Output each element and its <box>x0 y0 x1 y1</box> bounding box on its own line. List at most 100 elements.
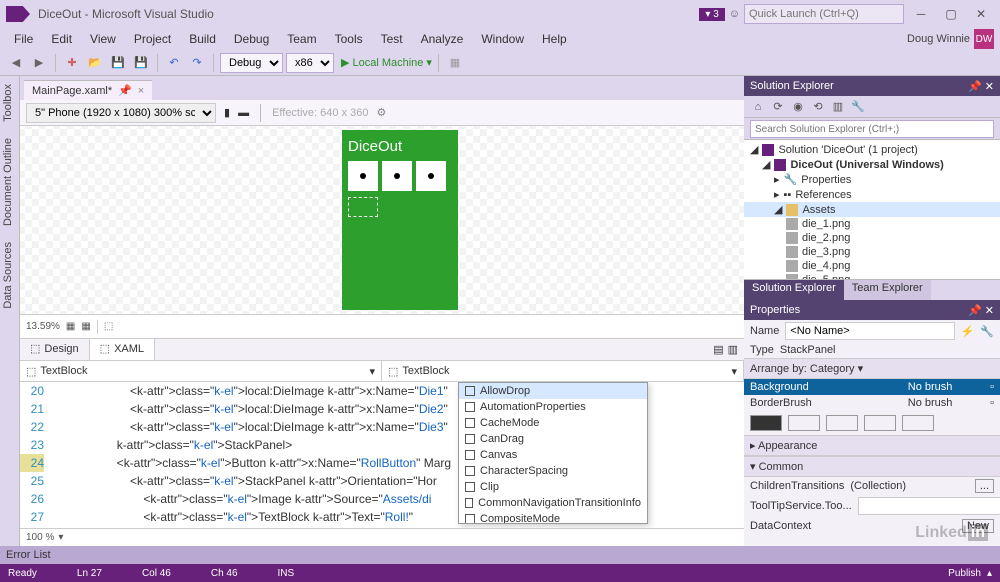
wrench-icon[interactable]: 🔧 <box>980 325 994 338</box>
orientation-portrait-icon[interactable]: ▮ <box>224 106 230 119</box>
collapse-icon[interactable]: ⟳ <box>770 99 786 115</box>
prop-children: ChildrenTransitions(Collection)... <box>744 477 1000 495</box>
save-icon[interactable]: 💾 <box>108 53 128 73</box>
home-icon[interactable]: ⌂ <box>750 99 766 115</box>
close-panel-icon[interactable]: ✕ <box>985 81 994 93</box>
menu-analyze[interactable]: Analyze <box>413 30 472 48</box>
menu-help[interactable]: Help <box>534 30 575 48</box>
run-button[interactable]: ▶ Local Machine ▾ <box>341 56 432 69</box>
intellisense-item[interactable]: AutomationProperties <box>459 399 647 415</box>
maximize-button[interactable]: ▢ <box>938 4 964 24</box>
show-all-icon[interactable]: ▥ <box>830 99 846 115</box>
tab-design[interactable]: ⬚Design <box>20 339 90 360</box>
tab-document-outline[interactable]: Document Outline <box>0 130 19 234</box>
split-vertical-icon[interactable]: ▥ <box>728 343 738 356</box>
intellisense-item[interactable]: CacheMode <box>459 415 647 431</box>
orientation-landscape-icon[interactable]: ▬ <box>238 107 249 119</box>
publish-button[interactable]: Publish <box>948 568 981 579</box>
config-select[interactable]: Debug <box>220 53 283 73</box>
menu-view[interactable]: View <box>82 30 124 48</box>
menu-debug[interactable]: Debug <box>226 30 277 48</box>
cat-appearance[interactable]: ▸ Appearance <box>744 435 1000 456</box>
effects-icon[interactable]: ⬚ <box>104 321 113 332</box>
arrange-by[interactable]: Arrange by: Category ▾ <box>744 358 1000 379</box>
menu-build[interactable]: Build <box>181 30 224 48</box>
tab-data-sources[interactable]: Data Sources <box>0 234 19 317</box>
properties-icon[interactable]: 🔧 <box>850 99 866 115</box>
notification-flag-badge[interactable]: ▾ 3 <box>699 8 724 21</box>
save-all-icon[interactable]: 💾 <box>131 53 151 73</box>
brush-border-row[interactable]: BorderBrushNo brush▫ <box>744 395 1000 411</box>
prop-name-input[interactable] <box>785 322 954 340</box>
brush-resource-button[interactable] <box>902 415 934 431</box>
cat-common[interactable]: ▾ Common <box>744 456 1000 477</box>
intellisense-item[interactable]: CharacterSpacing <box>459 463 647 479</box>
brush-background-row[interactable]: BackgroundNo brush▫ <box>744 379 1000 395</box>
new-project-icon[interactable]: ✚ <box>62 53 82 73</box>
brush-none-button[interactable] <box>750 415 782 431</box>
menu-tools[interactable]: Tools <box>327 30 371 48</box>
user-name-label[interactable]: Doug Winnie <box>907 33 970 45</box>
zoom2-label[interactable]: 100 % <box>26 532 54 543</box>
scope-dropdown-left[interactable]: ⬚ TextBlock▾ <box>20 361 382 381</box>
grid-icon[interactable]: ▦ <box>66 321 75 332</box>
intellisense-item[interactable]: AllowDrop <box>459 383 647 399</box>
device-select[interactable]: 5" Phone (1920 x 1080) 300% scale <box>26 103 216 123</box>
designer-surface[interactable]: DiceOut <box>20 126 744 314</box>
solution-tree[interactable]: ◢Solution 'DiceOut' (1 project) ◢DiceOut… <box>744 140 1000 280</box>
tab-team-explorer[interactable]: Team Explorer <box>844 280 931 300</box>
menu-project[interactable]: Project <box>126 30 179 48</box>
quick-launch-input[interactable] <box>744 4 904 24</box>
redo-icon[interactable]: ↷ <box>187 53 207 73</box>
doctab-mainpage[interactable]: MainPage.xaml* 📌 × <box>24 80 152 100</box>
tooltip-input[interactable] <box>858 497 1000 515</box>
tab-toolbox[interactable]: Toolbox <box>0 76 19 130</box>
pin-icon[interactable]: 📌 <box>118 84 132 97</box>
settings-icon[interactable]: ⚙ <box>376 106 386 119</box>
menu-test[interactable]: Test <box>373 30 411 48</box>
scope-dropdown-right[interactable]: ⬚ TextBlock▾ <box>382 361 744 381</box>
nav-back-icon[interactable]: ◀ <box>6 53 26 73</box>
split-horizontal-icon[interactable]: ▤ <box>713 343 723 356</box>
intellisense-item[interactable]: CompositeMode <box>459 511 647 524</box>
intellisense-item[interactable]: CommonNavigationTransitionInfo <box>459 495 647 511</box>
code-editor[interactable]: 202122232425262728 <k-attr">class="k-el"… <box>20 382 744 528</box>
intellisense-item[interactable]: Canvas <box>459 447 647 463</box>
close-panel-icon[interactable]: ✕ <box>985 305 994 317</box>
menu-window[interactable]: Window <box>473 30 532 48</box>
minimize-button[interactable]: ─ <box>908 4 934 24</box>
lightning-icon[interactable]: ⚡ <box>961 325 975 338</box>
user-avatar-badge[interactable]: DW <box>974 29 994 49</box>
feedback-icon[interactable]: ☺ <box>729 8 740 20</box>
intellisense-item[interactable]: CanDrag <box>459 431 647 447</box>
menu-edit[interactable]: Edit <box>43 30 80 48</box>
zoom-label[interactable]: 13.59% <box>26 321 60 332</box>
brush-tile-button[interactable] <box>864 415 896 431</box>
intellisense-popup[interactable]: AllowDropAutomationPropertiesCacheModeCa… <box>458 382 648 524</box>
menu-file[interactable]: File <box>6 30 41 48</box>
intellisense-item[interactable]: Clip <box>459 479 647 495</box>
ellipsis-button[interactable]: ... <box>975 479 994 493</box>
open-icon[interactable]: 📂 <box>85 53 105 73</box>
solution-explorer-header: Solution Explorer 📌 ✕ <box>744 76 1000 96</box>
close-tab-icon[interactable]: × <box>138 85 144 97</box>
solution-search-input[interactable] <box>750 120 994 138</box>
tool-icon[interactable]: ▦ <box>445 53 465 73</box>
brush-gradient-button[interactable] <box>826 415 858 431</box>
code-nav-bar: ⬚ TextBlock▾ ⬚ TextBlock▾ <box>20 360 744 382</box>
nav-fwd-icon[interactable]: ▶ <box>29 53 49 73</box>
tab-solution-explorer[interactable]: Solution Explorer <box>744 280 844 300</box>
refresh-icon[interactable]: ⟲ <box>810 99 826 115</box>
undo-icon[interactable]: ↶ <box>164 53 184 73</box>
menu-team[interactable]: Team <box>279 30 324 48</box>
snap-icon[interactable]: ▦ <box>81 321 90 332</box>
brush-solid-button[interactable] <box>788 415 820 431</box>
roll-button-preview[interactable] <box>348 197 378 217</box>
scope-icon[interactable]: ◉ <box>790 99 806 115</box>
autohide-icon[interactable]: 📌 <box>968 305 982 317</box>
tab-xaml[interactable]: ⬚XAML <box>90 339 155 360</box>
autohide-icon[interactable]: 📌 <box>968 81 982 93</box>
close-button[interactable]: ✕ <box>968 4 994 24</box>
error-list-tab[interactable]: Error List <box>0 546 1000 564</box>
platform-select[interactable]: x86 <box>286 53 334 73</box>
